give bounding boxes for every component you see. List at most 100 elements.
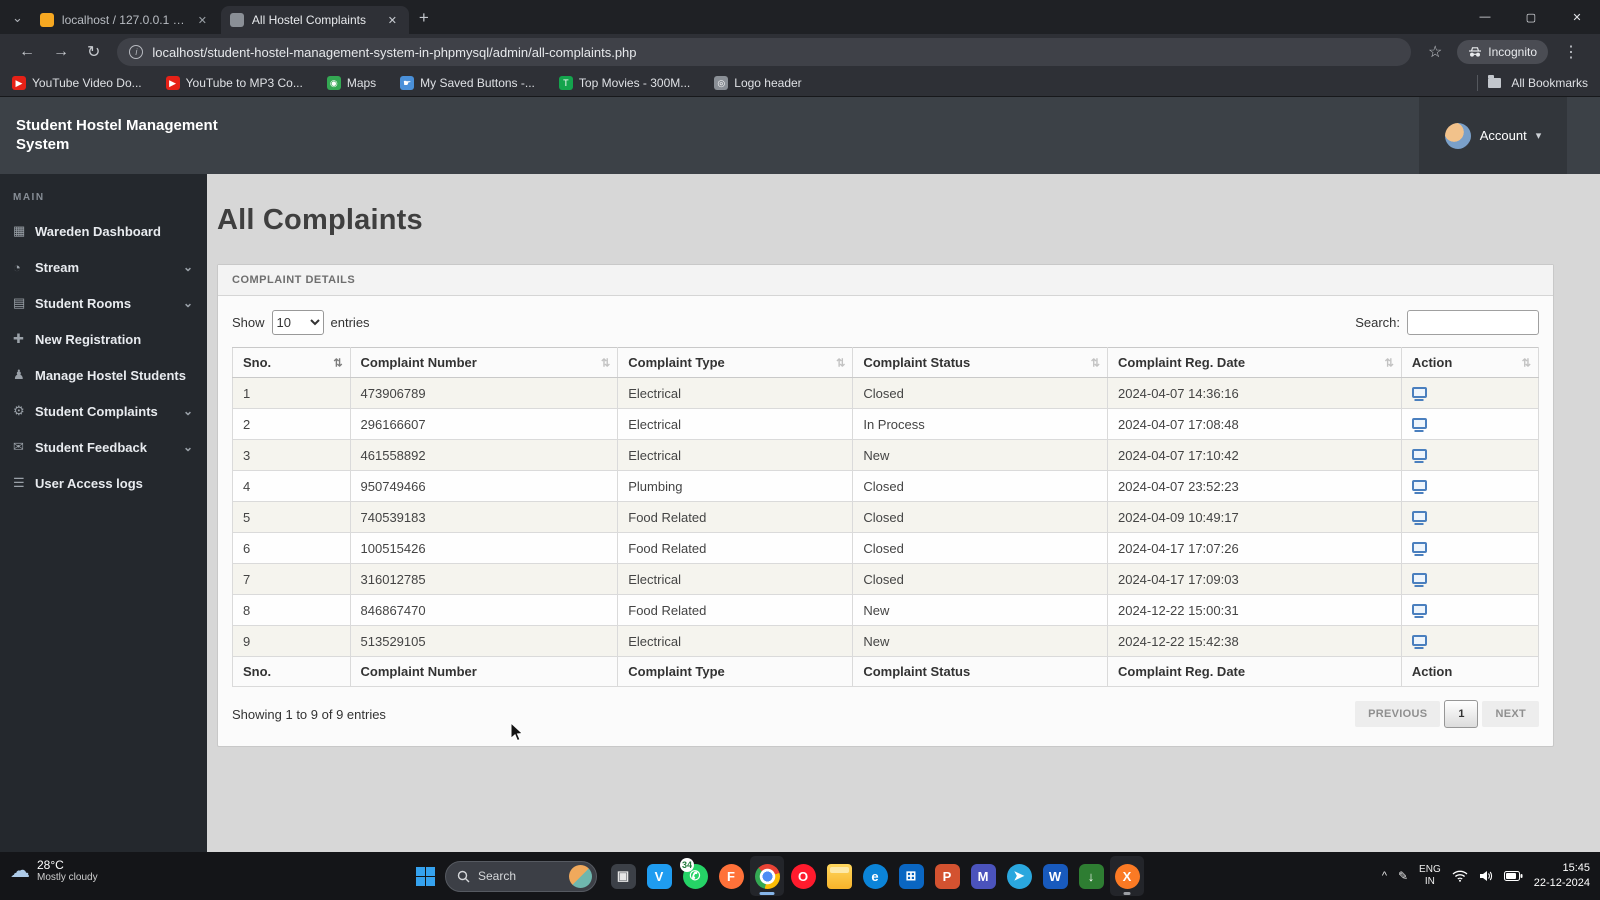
table-row: 4 950749466 Plumbing Closed 2024-04-07 23:52… <box>232 470 1540 502</box>
column-header-complaint-number[interactable]: Complaint Number ⇅ <box>349 347 619 378</box>
sidebar-item-new-registration[interactable]: ✚ New Registration <box>0 321 207 357</box>
chrome-icon[interactable] <box>750 856 784 896</box>
menu-icon[interactable]: ⋮ <box>1563 42 1579 62</box>
edge-icon[interactable]: e <box>858 856 892 896</box>
view-complaint-icon[interactable] <box>1411 635 1427 646</box>
bookmark-item-logo-header[interactable]: ◎ Logo header <box>714 76 802 90</box>
ms-store-icon[interactable]: ⊞ <box>894 856 928 896</box>
column-header-complaint-reg-date[interactable]: Complaint Reg. Date ⇅ <box>1106 347 1402 378</box>
tab-close-icon[interactable]: ✕ <box>385 13 400 28</box>
tab-all-complaints[interactable]: All Hostel Complaints ✕ <box>220 6 409 34</box>
powerpoint-icon[interactable]: P <box>930 856 964 896</box>
weather-widget[interactable]: ☁ 28°C Mostly cloudy <box>10 858 98 883</box>
sidebar-item-student-complaints[interactable]: ⚙ Student Complaints ⌄ <box>0 393 207 429</box>
whatsapp-icon[interactable]: 34 ✆ <box>678 856 712 896</box>
column-header-label: Complaint Number <box>360 355 477 370</box>
previous-page-button[interactable]: PREVIOUS <box>1355 701 1441 727</box>
back-button[interactable]: ← <box>19 43 35 61</box>
language-indicator[interactable]: ENG IN <box>1419 864 1441 889</box>
search-input[interactable] <box>1407 310 1539 335</box>
sidebar-item-wareden-dashboard[interactable]: ▦ Wareden Dashboard <box>0 213 207 249</box>
bookmark-label: YouTube Video Do... <box>32 76 142 90</box>
footer-header-complaint-reg-date: Complaint Reg. Date <box>1106 656 1402 687</box>
bookmark-item-my-saved-buttons[interactable]: ☛ My Saved Buttons -... <box>400 76 535 90</box>
cell-action <box>1400 563 1540 595</box>
vscode-icon[interactable]: V <box>642 856 676 896</box>
maximize-button[interactable]: ▢ <box>1508 0 1554 34</box>
column-header-label: Complaint Reg. Date <box>1117 355 1246 370</box>
bookmark-star-icon[interactable]: ☆ <box>1428 42 1442 62</box>
telegram-icon[interactable]: ➤ <box>1002 856 1036 896</box>
opera-icon[interactable]: O <box>786 856 820 896</box>
view-complaint-icon[interactable] <box>1411 604 1427 615</box>
tab-search-icon[interactable]: ⌄ <box>12 10 23 26</box>
table-row: 9 513529105 Electrical New 2024-12-22 15:42:… <box>232 625 1540 657</box>
sidebar-menu: ▦ Wareden Dashboard ◔ Stream ⌄ ▤ Student Rooms… <box>0 213 207 501</box>
all-bookmarks[interactable]: All Bookmarks <box>1477 75 1588 91</box>
page-length-select[interactable]: 10 <box>271 310 324 335</box>
minimize-button[interactable]: — <box>1462 0 1508 34</box>
cell-action <box>1400 594 1540 626</box>
reload-button[interactable]: ↻ <box>87 42 100 62</box>
table-row: 6 100515426 Food Related Closed 2024-04-17 1… <box>232 532 1540 564</box>
sidebar-item-manage-hostel-students[interactable]: ♟ Manage Hostel Students <box>0 357 207 393</box>
forward-button[interactable]: → <box>53 43 69 61</box>
tray-expand-icon[interactable]: ^ <box>1382 870 1387 882</box>
youtube-icon: ▶ <box>165 76 180 90</box>
bookmark-item-youtube-to-mp3-co[interactable]: ▶ YouTube to MP3 Co... <box>165 76 303 90</box>
view-complaint-icon[interactable] <box>1411 449 1427 460</box>
app-body: MAIN ▦ Wareden Dashboard ◔ Stream ⌄ ▤ Student … <box>0 174 1600 852</box>
sidebar-item-label: Student Complaints <box>35 403 158 419</box>
bookmark-item-youtube-video-do[interactable]: ▶ YouTube Video Do... <box>12 76 142 90</box>
view-complaint-icon[interactable] <box>1411 480 1427 491</box>
sidebar-item-stream[interactable]: ◔ Stream ⌄ <box>0 249 207 285</box>
account-menu[interactable]: Account ▾ <box>1419 97 1567 174</box>
url-bar[interactable]: i localhost/student-hostel-management-sy… <box>117 38 1411 66</box>
pen-icon[interactable]: ✎ <box>1398 869 1408 883</box>
taskbar-search[interactable]: Search <box>445 860 597 892</box>
next-page-button[interactable]: NEXT <box>1482 701 1539 727</box>
app-title: Student Hostel Management System <box>16 116 218 153</box>
cell: 8 <box>232 594 351 626</box>
pagination: PREVIOUS 1 NEXT <box>1355 700 1539 728</box>
column-header-complaint-status[interactable]: Complaint Status ⇅ <box>852 347 1108 378</box>
view-complaint-icon[interactable] <box>1411 387 1427 398</box>
volume-icon[interactable] <box>1479 870 1493 882</box>
wifi-icon[interactable] <box>1452 870 1468 882</box>
view-complaint-icon[interactable] <box>1411 511 1427 522</box>
table-row: 1 473906789 Electrical Closed 2024-04-07 14:… <box>232 377 1540 409</box>
firefox-icon[interactable]: F <box>714 856 748 896</box>
column-header-complaint-type[interactable]: Complaint Type ⇅ <box>617 347 854 378</box>
bookmark-item-maps[interactable]: ◉ Maps <box>326 76 376 90</box>
taskbar-apps: ▣ V 34 ✆ F Oe ⊞ P M ➤ W ↓ X <box>606 856 1144 896</box>
close-button[interactable]: ✕ <box>1554 0 1600 34</box>
clock[interactable]: 15:45 22-12-2024 <box>1534 861 1590 891</box>
task-view-icon[interactable]: ▣ <box>606 856 640 896</box>
sidebar-item-student-rooms[interactable]: ▤ Student Rooms ⌄ <box>0 285 207 321</box>
tab-close-icon[interactable]: ✕ <box>195 13 210 28</box>
new-tab-button[interactable]: + <box>419 8 429 28</box>
sidebar-item-student-feedback[interactable]: ✉ Student Feedback ⌄ <box>0 429 207 465</box>
view-complaint-icon[interactable] <box>1411 418 1427 429</box>
start-button[interactable] <box>408 856 442 896</box>
current-page-button[interactable]: 1 <box>1444 700 1479 728</box>
view-complaint-icon[interactable] <box>1411 573 1427 584</box>
idm-icon[interactable]: ↓ <box>1074 856 1108 896</box>
office-icon[interactable]: M <box>966 856 1000 896</box>
cell-action <box>1400 625 1540 657</box>
tab-phpmyadmin[interactable]: localhost / 127.0.0.1 / hostel | p... ✕ <box>31 6 219 34</box>
word-icon[interactable]: W <box>1038 856 1072 896</box>
site-info-icon[interactable]: i <box>129 45 144 59</box>
column-header-sno[interactable]: Sno. ⇅ <box>232 347 351 378</box>
xampp-icon[interactable]: X <box>1110 856 1144 896</box>
table-controls: Show 10 entries Search: <box>232 310 1539 335</box>
battery-icon[interactable] <box>1503 871 1523 881</box>
file-explorer-icon[interactable] <box>822 856 856 896</box>
column-header-action[interactable]: Action ⇅ <box>1400 347 1540 378</box>
cell: Closed <box>852 501 1108 533</box>
bookmark-item-top-movies-300m[interactable]: T Top Movies - 300M... <box>558 76 690 90</box>
chevron-down-icon: ⌄ <box>182 440 193 454</box>
sidebar-item-user-access-logs[interactable]: ☰ User Access logs <box>0 465 207 501</box>
view-complaint-icon[interactable] <box>1411 542 1427 553</box>
windows-icon <box>415 866 435 886</box>
